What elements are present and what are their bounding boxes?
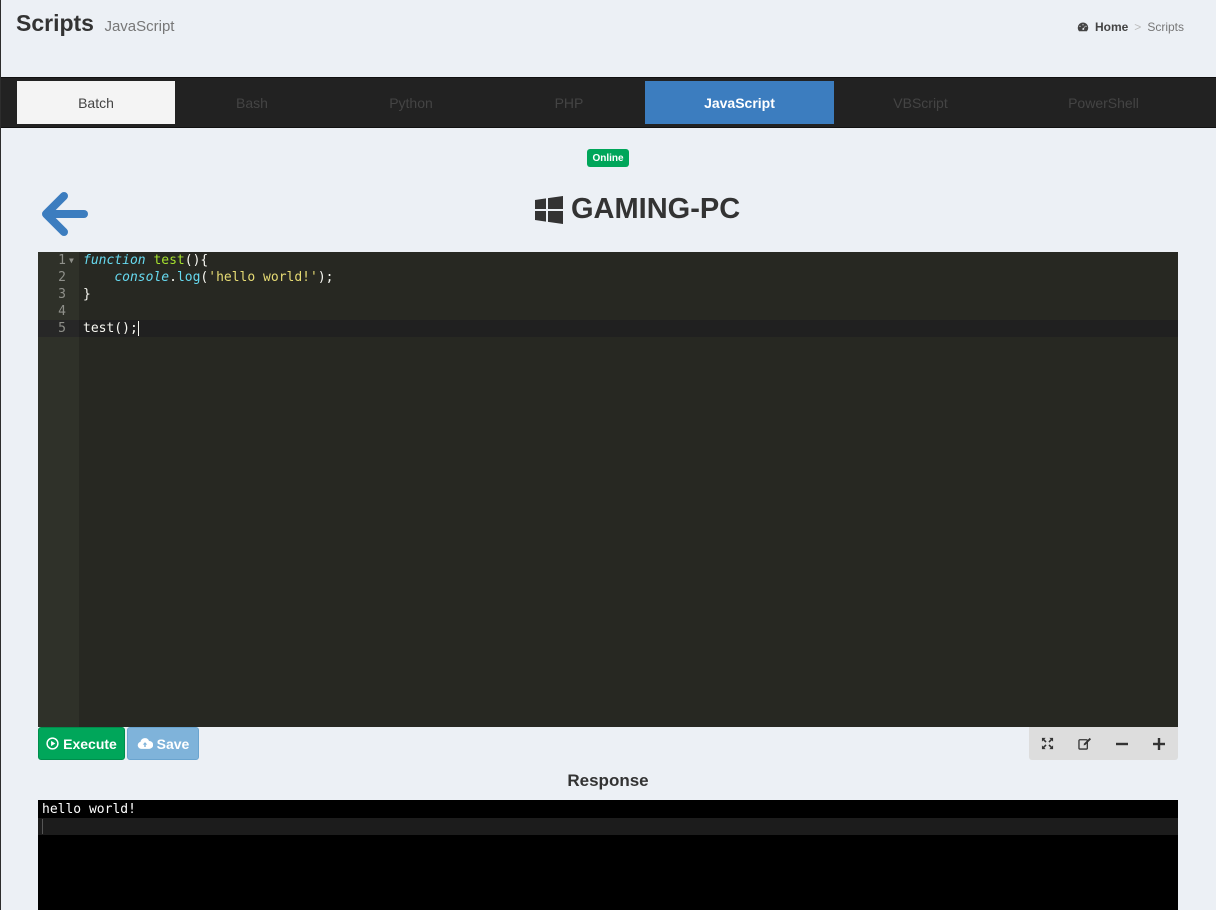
fullscreen-button[interactable] [1029, 727, 1066, 760]
response-output: hello world! [42, 802, 136, 817]
breadcrumb-separator: > [1134, 20, 1142, 34]
page-subtitle: JavaScript [104, 18, 175, 35]
code-line: test(); [83, 320, 139, 337]
windows-icon [535, 195, 563, 224]
code-line: console.log('hello world!'); [114, 270, 334, 285]
zoom-out-button[interactable] [1104, 727, 1141, 760]
editor-line: 4 [38, 303, 1178, 320]
save-button[interactable]: Save [127, 727, 199, 760]
tab-python[interactable]: Python [329, 81, 493, 124]
play-circle-icon [46, 737, 59, 750]
tab-powershell[interactable]: PowerShell [1007, 81, 1200, 124]
device-header: GAMING-PC [535, 193, 740, 226]
zoom-in-button[interactable] [1141, 727, 1178, 760]
editor-tools [1029, 727, 1178, 760]
device-name: GAMING-PC [571, 193, 741, 225]
response-console[interactable]: hello world! [38, 800, 1178, 910]
breadcrumb: Home > Scripts [1077, 20, 1184, 34]
response-title: Response [567, 771, 649, 790]
back-arrow-icon[interactable] [40, 190, 90, 240]
execute-label: Execute [63, 735, 117, 752]
code-line: } [83, 287, 91, 302]
expand-icon [1042, 737, 1054, 750]
edit-button[interactable] [1066, 727, 1103, 760]
execute-button[interactable]: Execute [38, 727, 125, 760]
line-number: 1 [58, 253, 66, 268]
tab-bash[interactable]: Bash [175, 81, 329, 124]
editor-line: 5 test(); [38, 320, 1178, 337]
line-number: 4 [58, 304, 66, 319]
line-number: 2 [58, 270, 66, 285]
editor-line: 3 } [38, 286, 1178, 303]
code-text: test(); [83, 321, 138, 336]
tab-php[interactable]: PHP [493, 81, 645, 124]
fold-icon[interactable]: ▼ [69, 252, 74, 269]
breadcrumb-current: Scripts [1147, 20, 1184, 34]
edit-icon [1078, 737, 1091, 750]
editor-line: 1 ▼ function test(){ [38, 252, 1178, 269]
dashboard-icon [1077, 22, 1089, 32]
line-number: 5 [38, 320, 79, 337]
tab-batch[interactable]: Batch [17, 81, 175, 124]
save-label: Save [156, 735, 190, 752]
console-active-line [38, 818, 1178, 835]
tab-javascript[interactable]: JavaScript [645, 81, 834, 124]
status-badge: Online [587, 149, 629, 167]
code-line: function test(){ [83, 253, 209, 268]
code-editor[interactable]: 1 ▼ function test(){ 2 console.log('hell… [38, 252, 1178, 727]
plus-icon [1153, 737, 1166, 750]
console-cursor [42, 819, 43, 834]
breadcrumb-home[interactable]: Home [1095, 20, 1128, 34]
page-title: Scripts [16, 10, 94, 36]
editor-line: 2 console.log('hello world!'); [38, 269, 1178, 286]
line-number: 3 [58, 287, 66, 302]
content-header: Scripts JavaScript [16, 10, 174, 37]
minus-icon [1116, 742, 1129, 745]
text-cursor [137, 321, 139, 336]
language-tabs: Batch Bash Python PHP JavaScript VBScrip… [1, 77, 1216, 128]
tab-vbscript[interactable]: VBScript [834, 81, 1007, 124]
cloud-upload-icon [137, 738, 153, 749]
